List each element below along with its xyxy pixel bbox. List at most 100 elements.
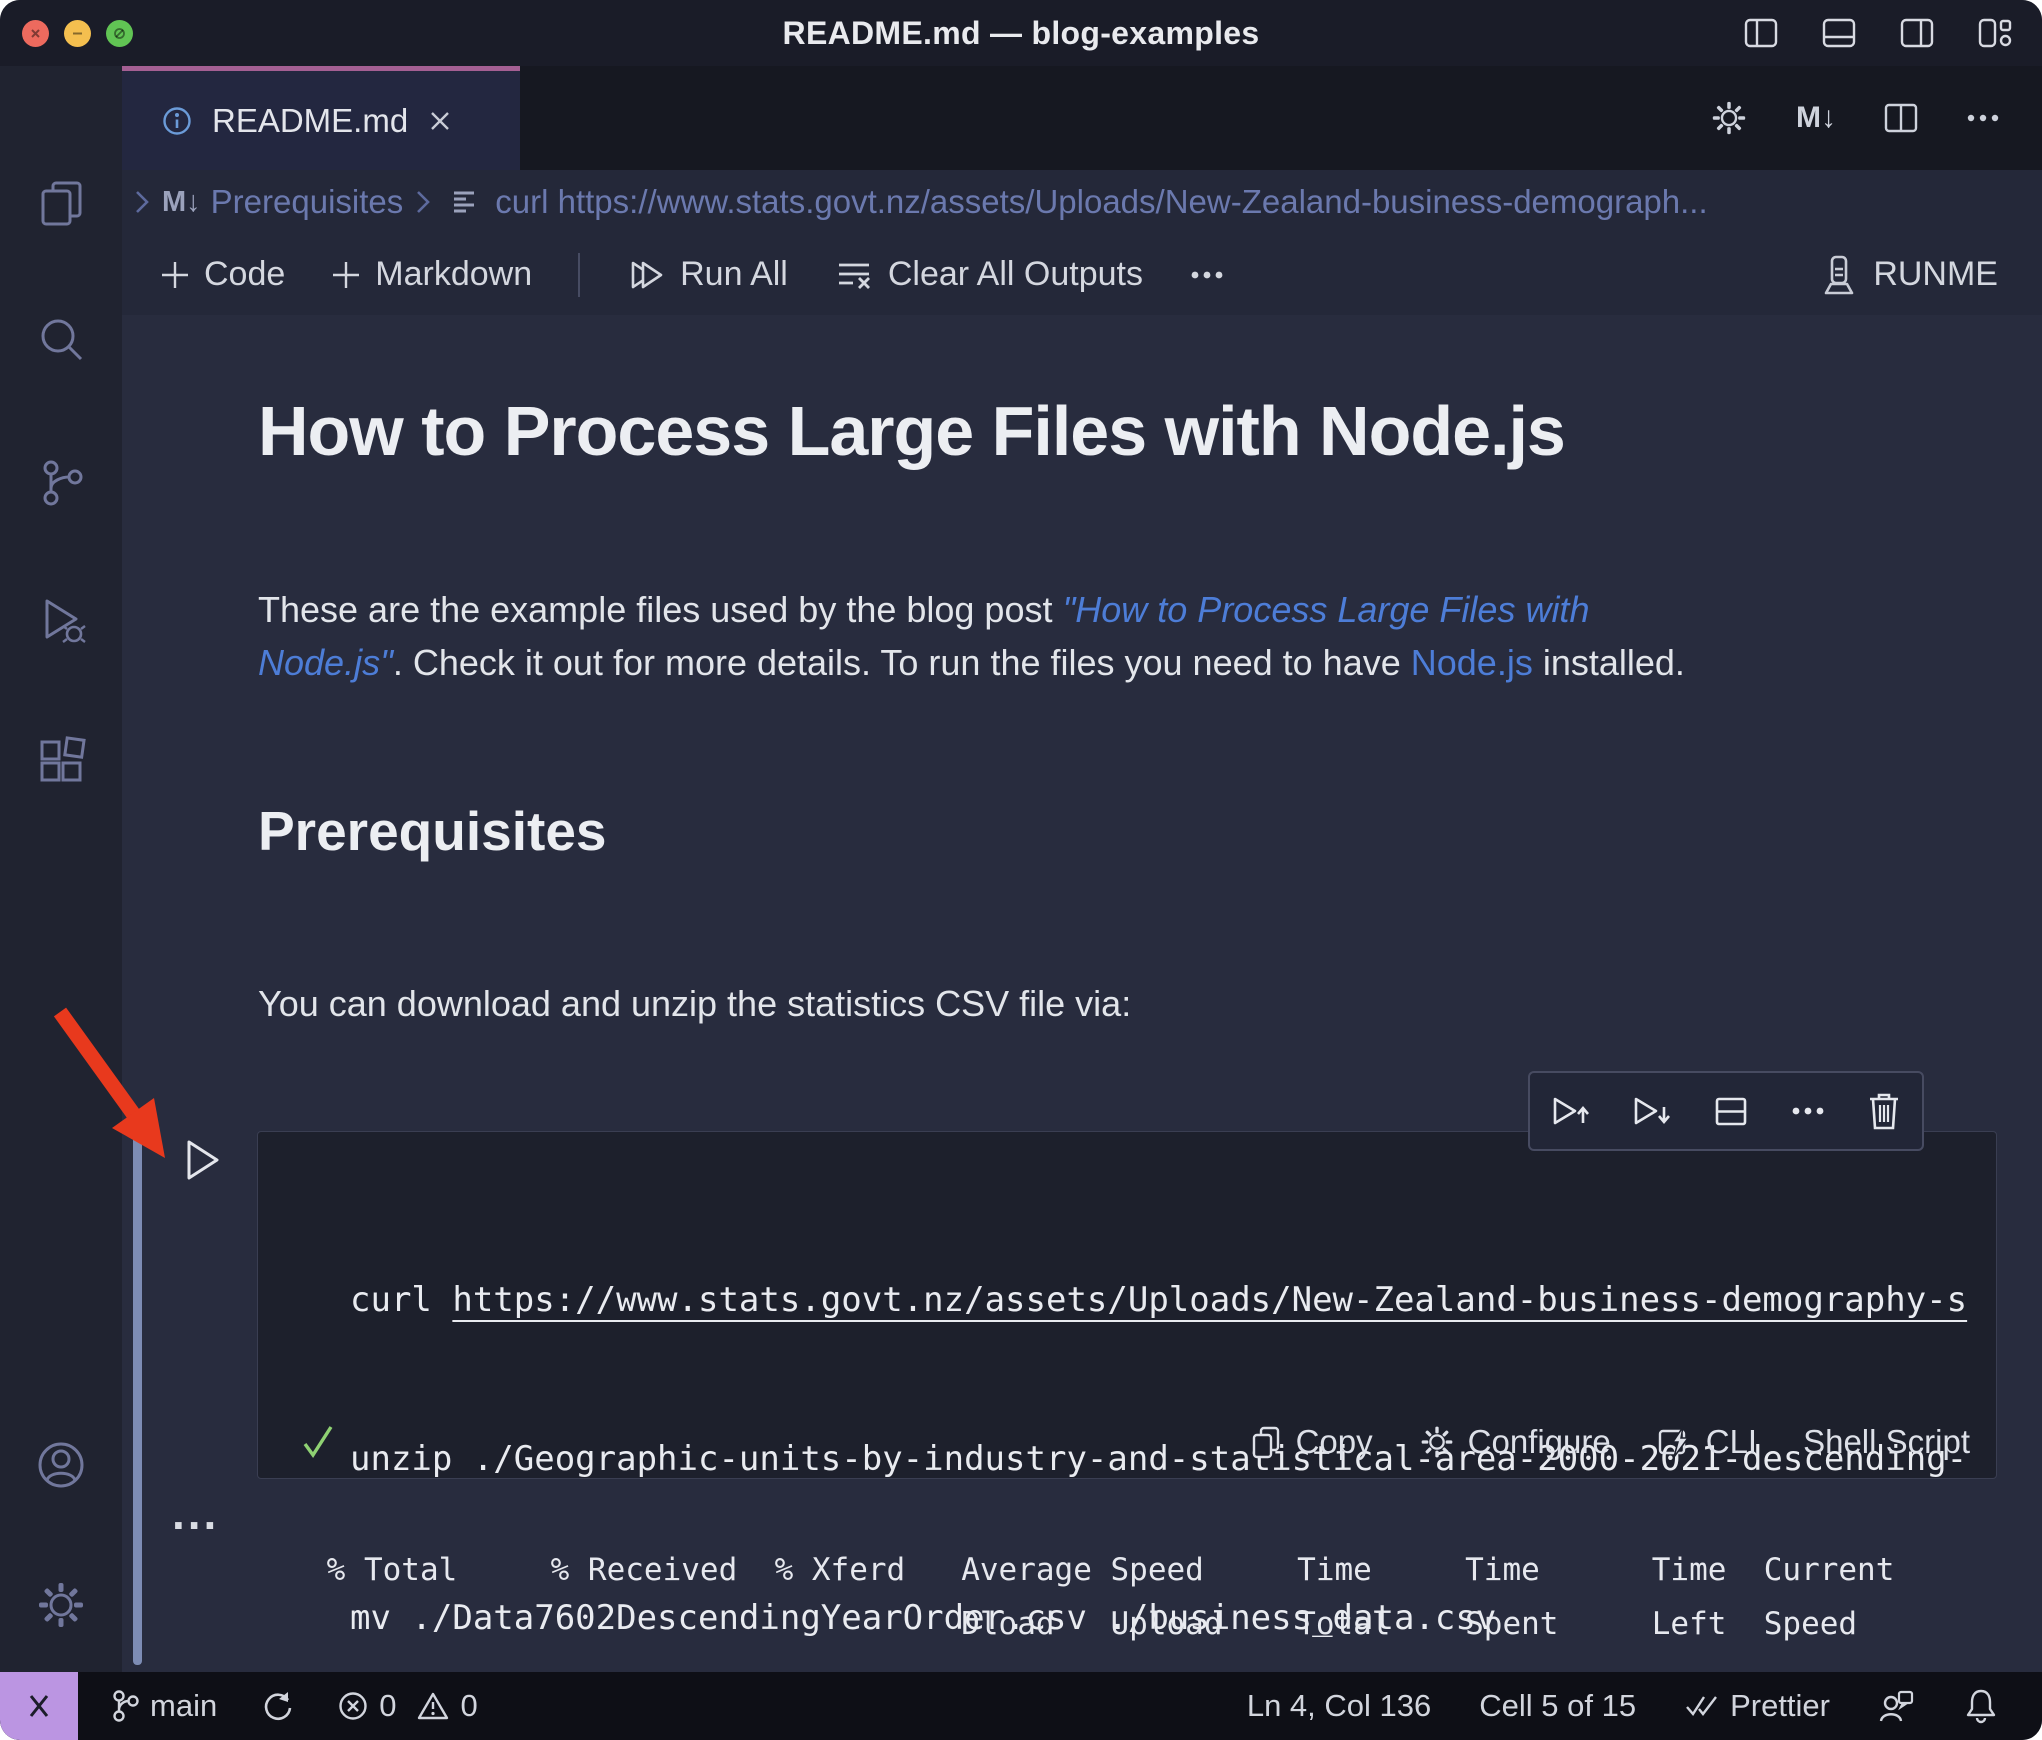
branch-label: main — [150, 1688, 218, 1723]
cli-label: CLI — [1705, 1423, 1758, 1460]
cell-toolbar — [1528, 1071, 1924, 1151]
status-bar-right: Ln 4, Col 136 Cell 5 of 15 Prettier — [1247, 1687, 2042, 1725]
tab-label: README.md — [212, 101, 409, 139]
toggle-panel-icon[interactable] — [1822, 17, 1856, 49]
plus-icon — [162, 261, 188, 288]
markdown-export-icon[interactable]: M↓ — [1796, 101, 1836, 135]
configure-button[interactable]: Configure — [1419, 1423, 1611, 1461]
code-cell-list-icon — [454, 191, 475, 213]
plus-icon — [333, 261, 360, 288]
info-icon — [163, 106, 191, 135]
paragraph-text: . Check it out for more details. To run … — [392, 642, 1411, 683]
more-actions-icon[interactable] — [1966, 112, 2000, 124]
blog-post-link[interactable]: "How to Process Large Files with — [1062, 589, 1589, 630]
configure-gear-icon — [1421, 1426, 1452, 1458]
formatter-label: Prettier — [1730, 1688, 1830, 1723]
chevron-right-icon — [417, 191, 431, 213]
notebook-content: How to Process Large Files with Node.js … — [122, 315, 2042, 1672]
branch-indicator[interactable]: main — [110, 1688, 217, 1724]
status-bar-left: main 0 0 — [78, 1688, 478, 1724]
cell-more-icon[interactable] — [1790, 1105, 1826, 1117]
minimize-window-button[interactable] — [64, 19, 91, 47]
toggle-primary-sidebar-icon[interactable] — [1744, 17, 1778, 49]
toggle-secondary-sidebar-icon[interactable] — [1900, 17, 1934, 49]
paragraph-text: These are the example files used by the … — [258, 589, 1063, 630]
cli-icon — [1658, 1426, 1690, 1458]
cell-position[interactable]: Cell 5 of 15 — [1479, 1688, 1636, 1724]
execute-below-icon[interactable] — [1630, 1091, 1672, 1131]
warning-icon — [418, 1692, 449, 1720]
close-icon — [31, 28, 40, 38]
window-title: README.md — blog-examples — [782, 14, 1260, 51]
run-all-button[interactable]: Run All — [626, 255, 788, 294]
cli-button[interactable]: CLI — [1657, 1423, 1757, 1461]
chevron-right-icon — [136, 191, 149, 213]
code-url[interactable]: https://www.stats.govt.nz/assets/Uploads… — [452, 1280, 1967, 1320]
zoom-window-button[interactable] — [106, 19, 133, 47]
settings-gear-icon[interactable] — [34, 1578, 88, 1632]
tab-readme[interactable]: README.md — [122, 66, 520, 170]
breadcrumb: M↓ Prerequisites curl https://www.stats.… — [122, 170, 2042, 234]
page-title: How to Process Large Files with Node.js — [258, 392, 1566, 470]
execute-above-icon[interactable] — [1549, 1091, 1591, 1131]
clear-outputs-icon — [838, 263, 870, 289]
output-header-line: % Total % Received % Xferd Average Speed… — [196, 1552, 1895, 1588]
explorer-icon[interactable] — [34, 176, 88, 230]
source-control-icon[interactable] — [34, 456, 88, 510]
warning-count: 0 — [460, 1688, 478, 1723]
cell-status-actions: Copy Configure CLI Shell Script — [1249, 1423, 1970, 1461]
editor-settings-gear-icon[interactable] — [1710, 99, 1748, 137]
intro-paragraph: These are the example files used by the … — [258, 583, 2042, 689]
code-cell[interactable]: curl https://www.stats.govt.nz/assets/Up… — [257, 1131, 1997, 1638]
breadcrumb-item-section[interactable]: Prerequisites — [211, 183, 404, 221]
close-tab-icon[interactable] — [428, 109, 452, 133]
copy-button[interactable]: Copy — [1249, 1423, 1373, 1461]
breadcrumb-item-cell[interactable]: curl https://www.stats.govt.nz/assets/Up… — [495, 183, 1707, 221]
annotation-arrow — [53, 1007, 165, 1158]
account-icon[interactable] — [34, 1438, 88, 1492]
feedback-icon[interactable] — [1878, 1687, 1916, 1725]
copy-icon — [1252, 1426, 1279, 1459]
toolbar-divider — [578, 252, 581, 297]
run-all-label: Run All — [680, 255, 788, 293]
error-count: 0 — [379, 1688, 397, 1723]
markdown-cell-badge-icon: M↓ — [162, 185, 201, 218]
shell-script-label[interactable]: Shell Script — [1803, 1423, 1970, 1461]
output-collapsed-indicator[interactable]: ... — [172, 1490, 219, 1536]
notebook-toolbar: Code Markdown Run All Clear All Outputs … — [122, 234, 2042, 315]
add-markdown-label: Markdown — [375, 255, 533, 293]
add-code-cell-button[interactable]: Code — [160, 255, 285, 294]
notifications-bell-icon[interactable] — [1964, 1687, 1998, 1725]
runme-icon — [1825, 255, 1854, 294]
run-all-icon — [631, 261, 663, 288]
problems-indicator[interactable]: 0 0 — [337, 1688, 478, 1724]
output-header-line: Dload Upload Total Spent Left Speed — [196, 1606, 1858, 1642]
extensions-icon[interactable] — [34, 733, 88, 787]
blog-post-link[interactable]: Node.js" — [258, 642, 393, 683]
fullscreen-icon — [114, 27, 125, 39]
status-bar: main 0 0 Ln 4, Col 136 Cell 5 of 15 Pret… — [0, 1672, 2042, 1740]
customize-layout-icon[interactable] — [1978, 17, 2012, 49]
split-editor-icon[interactable] — [1884, 102, 1918, 134]
activity-bar — [0, 66, 122, 1672]
cursor-position[interactable]: Ln 4, Col 136 — [1247, 1688, 1431, 1724]
add-markdown-cell-button[interactable]: Markdown — [331, 255, 532, 294]
formatter-indicator[interactable]: Prettier — [1684, 1688, 1830, 1724]
run-and-debug-icon[interactable] — [34, 592, 88, 646]
cell-status-bar: Copy Configure CLI Shell Script — [258, 1412, 1996, 1472]
close-window-button[interactable] — [22, 19, 49, 47]
remote-indicator[interactable] — [0, 1672, 78, 1740]
window-controls — [22, 0, 133, 66]
error-icon — [339, 1692, 367, 1720]
search-icon[interactable] — [34, 312, 88, 366]
paragraph-text: installed. — [1532, 642, 1685, 683]
nodejs-link[interactable]: Node.js — [1411, 642, 1533, 683]
delete-cell-icon[interactable] — [1865, 1090, 1903, 1132]
git-branch-icon — [113, 1690, 139, 1722]
runme-button[interactable]: RUNME — [1819, 253, 2042, 297]
editor-actions: M↓ — [1710, 66, 2042, 170]
toolbar-more-icon[interactable] — [1189, 269, 1225, 281]
split-cell-icon[interactable] — [1711, 1091, 1751, 1131]
sync-icon[interactable] — [259, 1688, 295, 1724]
clear-all-outputs-button[interactable]: Clear All Outputs — [834, 255, 1143, 294]
